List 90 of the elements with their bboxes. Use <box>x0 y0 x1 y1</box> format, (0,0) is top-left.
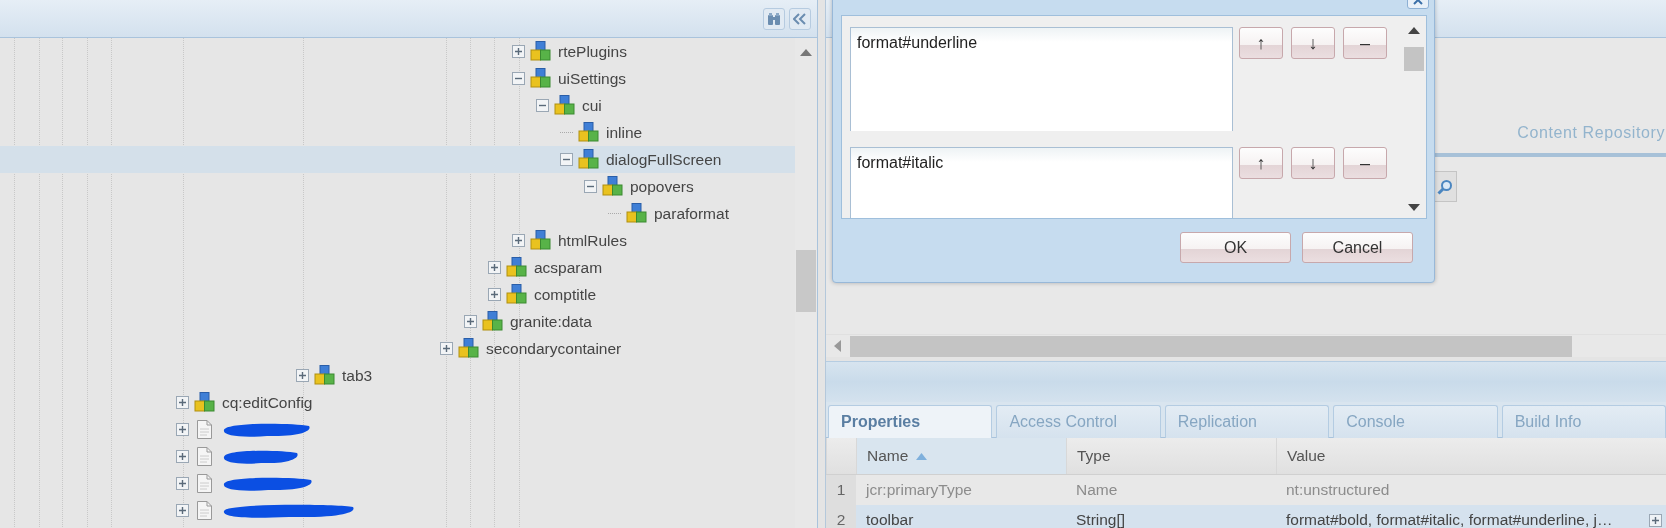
tree-item[interactable]: htmlRules <box>0 227 795 254</box>
tree-item[interactable]: granite:data <box>0 308 795 335</box>
table-cell-text: String[] <box>1075 511 1127 528</box>
cubes-icon <box>194 392 215 413</box>
down-arrow-icon[interactable] <box>1408 204 1420 211</box>
cubes-icon <box>530 41 551 62</box>
table-cell-text: toolbar <box>865 511 915 528</box>
expand-button[interactable] <box>512 234 525 247</box>
row-number: 1 <box>826 475 856 505</box>
table-cell-text: jcr:primaryType <box>864 481 973 499</box>
scroll-thumb[interactable] <box>796 250 816 312</box>
column-label: Name <box>867 447 909 465</box>
tree-item[interactable]: uiSettings <box>0 65 795 92</box>
ok-button[interactable]: OK <box>1180 232 1291 263</box>
remove-button[interactable]: – <box>1343 27 1387 59</box>
expand-button[interactable] <box>488 288 501 301</box>
find-button[interactable] <box>763 7 785 30</box>
cancel-button[interactable]: Cancel <box>1302 232 1413 263</box>
move-down-button[interactable]: ↓ <box>1291 147 1335 179</box>
cubes-icon <box>554 95 575 116</box>
collapse-button[interactable] <box>789 7 811 30</box>
cubes-icon <box>578 122 599 143</box>
column-header[interactable]: Value <box>1276 438 1666 474</box>
tree-item[interactable]: acsparam <box>0 254 795 281</box>
tree-item[interactable]: cq:editConfig <box>0 389 795 416</box>
tree-item[interactable]: popovers <box>0 173 795 200</box>
table-row[interactable]: 2 toolbar String[] format#bold, format#italic, format#underline, j… <box>826 505 1666 528</box>
scrollbar[interactable] <box>795 38 817 528</box>
collapse-button[interactable] <box>584 180 597 193</box>
tree-item[interactable]: rtePlugins <box>0 38 795 65</box>
scrollbar[interactable] <box>826 334 1666 357</box>
tree-item[interactable]: cui <box>0 92 795 119</box>
binoculars-icon <box>767 11 781 26</box>
page-icon <box>194 473 215 494</box>
expand-button[interactable] <box>176 477 189 490</box>
up-arrow-icon[interactable] <box>800 49 812 56</box>
text-area[interactable]: format#underline <box>850 27 1233 131</box>
cubes-icon <box>458 338 479 359</box>
cubes-icon <box>578 149 599 170</box>
cubes-icon <box>506 257 527 278</box>
column-label: Value <box>1287 447 1326 465</box>
move-up-button[interactable]: ↑ <box>1239 147 1283 179</box>
table-cell: format#bold, format#italic, format#underline, j… <box>1286 511 1613 528</box>
collapse-button[interactable] <box>536 99 549 112</box>
page-icon <box>194 446 215 467</box>
column-label: Type <box>1077 447 1111 465</box>
text-area[interactable]: format#italic <box>850 147 1233 218</box>
up-arrow-icon[interactable] <box>1408 27 1420 34</box>
column-header[interactable]: Type <box>1066 438 1276 474</box>
expand-button[interactable] <box>464 315 477 328</box>
expand-button[interactable] <box>440 342 453 355</box>
cubes-icon <box>482 311 503 332</box>
cubes-icon <box>506 284 527 305</box>
page-icon <box>194 500 215 521</box>
cubes-icon <box>626 203 647 224</box>
scroll-thumb[interactable] <box>850 335 1572 357</box>
collapse-button[interactable] <box>560 153 573 166</box>
expand-button[interactable] <box>176 396 189 409</box>
search-icon <box>1436 178 1453 195</box>
cubes-icon <box>530 230 551 251</box>
double-chevron-icon <box>793 12 807 25</box>
cubes-icon <box>602 176 623 197</box>
tree-item[interactable]: tab3 <box>0 362 795 389</box>
remove-button[interactable]: – <box>1343 147 1387 179</box>
tab[interactable]: Properties <box>828 405 993 438</box>
collapse-button[interactable] <box>512 72 525 85</box>
column-header[interactable]: Name <box>856 438 1066 474</box>
tree-item[interactable]: inline <box>0 119 795 146</box>
expand-button[interactable] <box>176 450 189 463</box>
tree-item[interactable]: paraformat <box>0 200 795 227</box>
tree-item[interactable]: comptitle <box>0 281 795 308</box>
move-up-button[interactable]: ↑ <box>1239 27 1283 59</box>
sort-arrow-icon <box>916 452 928 460</box>
expand-button[interactable] <box>176 504 189 517</box>
expand-button[interactable] <box>1649 513 1662 527</box>
row-number: 2 <box>826 505 856 528</box>
page-icon <box>194 419 215 440</box>
repository-title: Content Repository <box>1517 124 1666 142</box>
expand-button[interactable] <box>296 369 309 382</box>
cubes-icon <box>530 68 551 89</box>
cubes-icon <box>314 365 335 386</box>
table-cell-text: Name <box>1075 481 1119 499</box>
move-down-button[interactable]: ↓ <box>1291 27 1335 59</box>
tree-item[interactable]: secondarycontainer <box>0 335 795 362</box>
expand-button[interactable] <box>512 45 525 58</box>
table-cell: nt:unstructured <box>1286 481 1390 499</box>
expand-button[interactable] <box>176 423 189 436</box>
scroll-thumb[interactable] <box>1404 47 1424 71</box>
tree-item[interactable]: dialogFullScreen <box>0 146 795 173</box>
expand-button[interactable] <box>488 261 501 274</box>
